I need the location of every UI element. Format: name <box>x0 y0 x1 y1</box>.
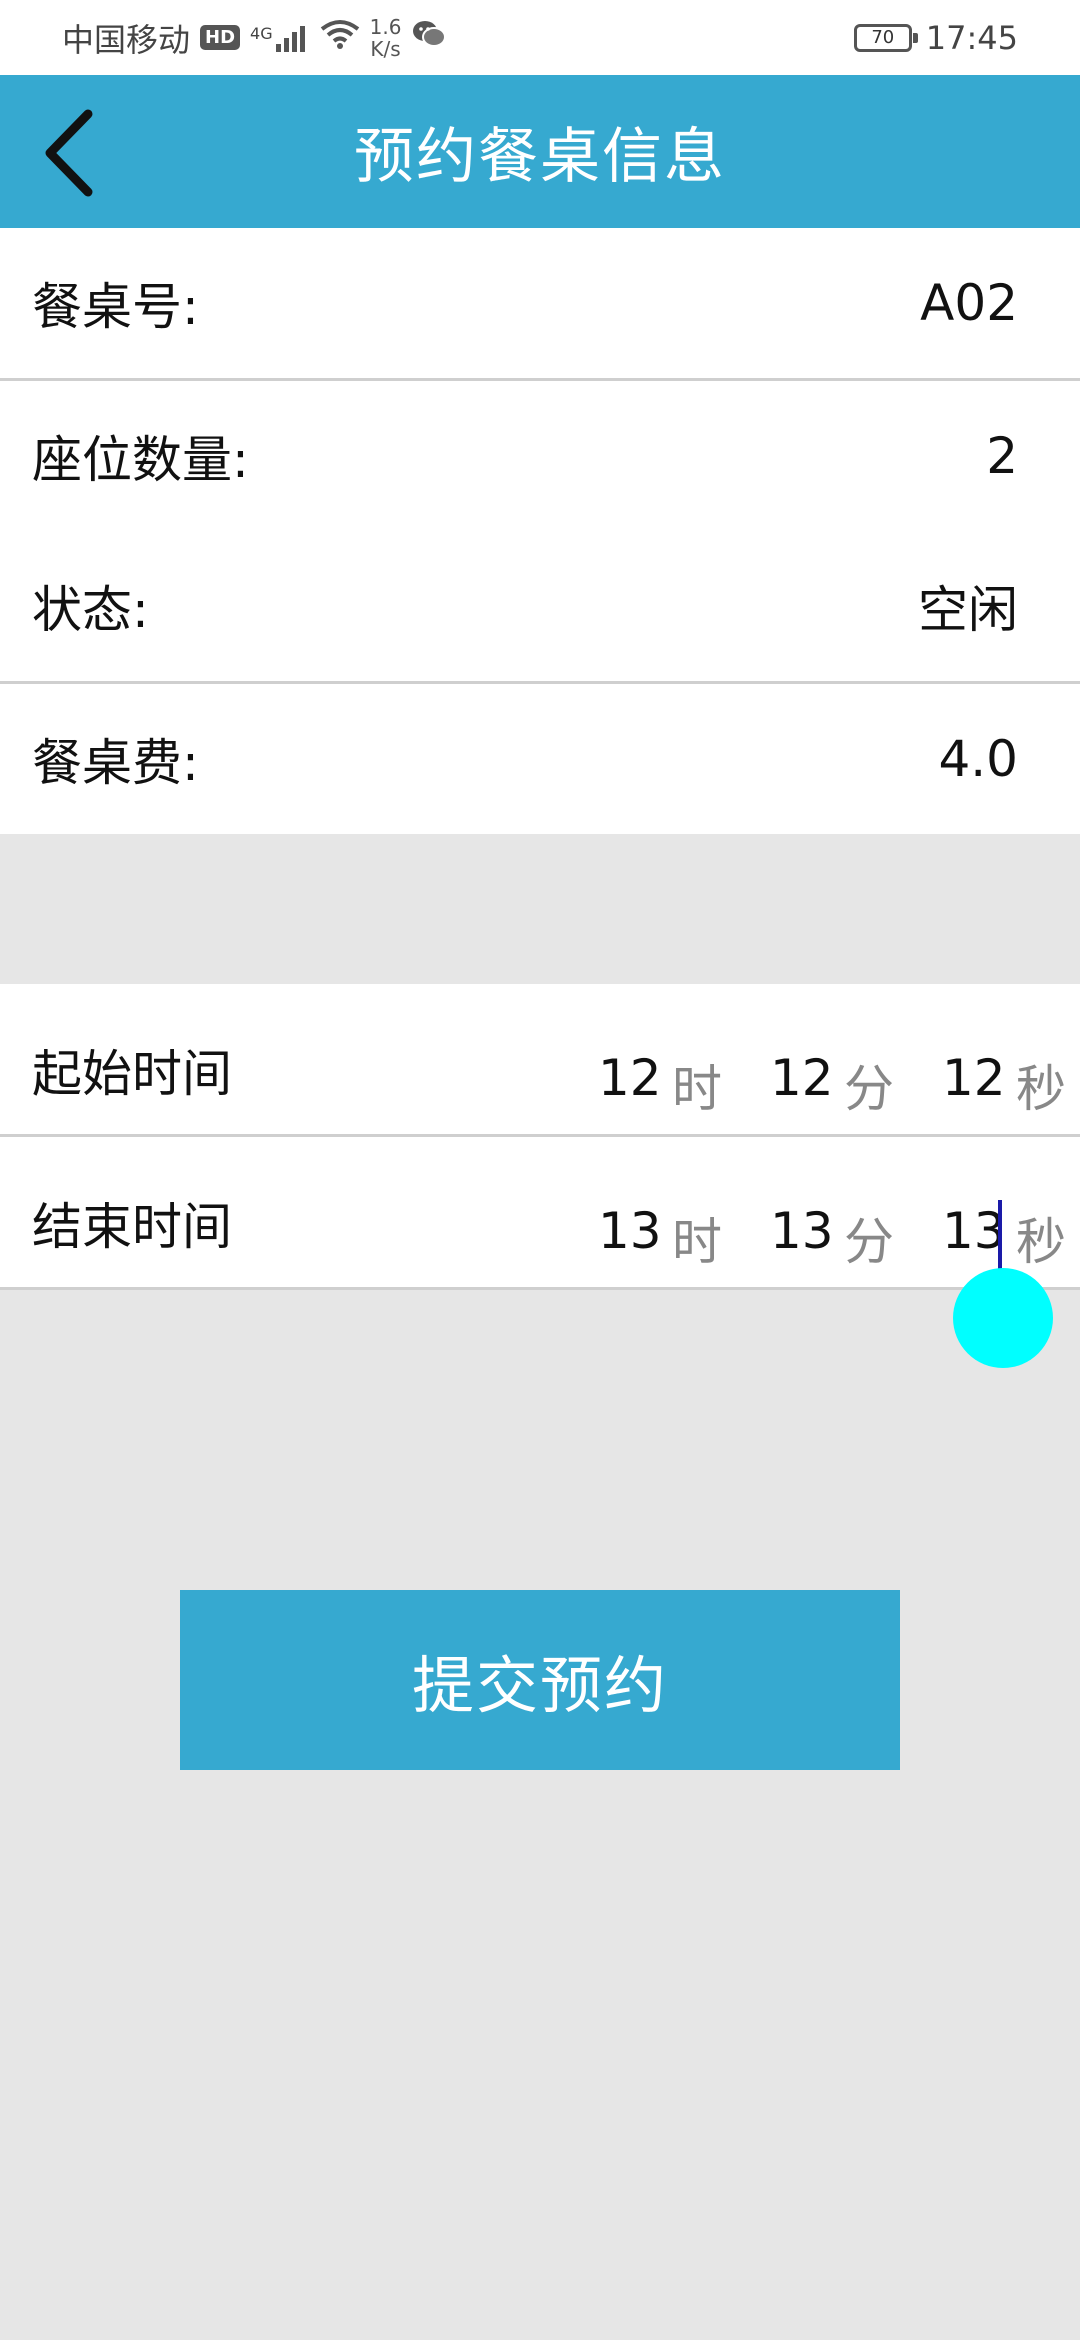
text-cursor <box>998 1200 1002 1272</box>
start-time-label: 起始时间 <box>32 1045 232 1103</box>
signal-icon: 4G <box>250 24 310 52</box>
seats-status-block: 座位数量: 2 状态: 空闲 <box>0 381 1080 681</box>
hour-unit-label: 时 <box>672 1213 722 1271</box>
table-number-row: 餐桌号: A02 <box>0 228 1080 378</box>
status-value: 空闲 <box>918 581 1018 639</box>
end-time-label: 结束时间 <box>32 1198 232 1256</box>
end-second-input[interactable]: 13 <box>942 1202 1006 1260</box>
fee-label: 餐桌费: <box>32 734 199 792</box>
network-speed-unit: K/s <box>370 36 401 61</box>
back-button[interactable] <box>20 103 120 203</box>
minute-unit-label: 分 <box>844 1213 894 1271</box>
end-minute-input[interactable]: 13 <box>770 1202 834 1260</box>
network-type: 4G <box>250 23 273 43</box>
start-second-input[interactable]: 12 <box>942 1049 1006 1107</box>
network-speed: 1.6 K/s <box>370 16 402 60</box>
start-minute-input[interactable]: 12 <box>770 1049 834 1107</box>
status-row: 状态: 空闲 <box>32 531 1018 681</box>
seats-label: 座位数量: <box>32 431 249 489</box>
seats-value: 2 <box>986 427 1018 485</box>
hd-badge: HD <box>200 25 241 50</box>
network-speed-value: 1.6 <box>369 14 402 39</box>
wechat-icon <box>411 19 447 57</box>
chevron-left-icon <box>45 109 93 197</box>
battery-icon: 70 <box>853 23 918 52</box>
fee-value: 4.0 <box>938 730 1018 788</box>
table-number-label: 餐桌号: <box>32 278 199 336</box>
second-unit-label: 秒 <box>1016 1060 1066 1118</box>
end-hour-input[interactable]: 13 <box>598 1202 662 1260</box>
seats-row: 座位数量: 2 <box>32 381 1018 531</box>
wifi-icon <box>320 19 360 57</box>
minute-unit-label: 分 <box>844 1060 894 1118</box>
divider <box>0 1287 1080 1290</box>
end-time-row: 结束时间 13 时 13 分 13 秒 <box>0 1137 1080 1287</box>
second-unit-label: 秒 <box>1016 1213 1066 1271</box>
submit-reservation-button[interactable]: 提交预约 <box>180 1590 900 1770</box>
battery-level: 70 <box>871 27 895 48</box>
status-label: 状态: <box>32 581 149 639</box>
clock: 17:45 <box>925 18 1018 57</box>
fee-row: 餐桌费: 4.0 <box>0 684 1080 834</box>
carrier-name: 中国移动 <box>62 20 191 59</box>
touch-indicator <box>953 1268 1053 1368</box>
table-number-value: A02 <box>920 274 1018 332</box>
status-bar: 中国移动 HD 4G 1.6 K/s 70 17:45 <box>0 0 1080 75</box>
app-bar: 预约餐桌信息 <box>0 75 1080 228</box>
start-hour-input[interactable]: 12 <box>598 1049 662 1107</box>
page-title: 预约餐桌信息 <box>354 122 726 192</box>
hour-unit-label: 时 <box>672 1060 722 1118</box>
start-time-row: 起始时间 12 时 12 分 12 秒 <box>0 984 1080 1134</box>
